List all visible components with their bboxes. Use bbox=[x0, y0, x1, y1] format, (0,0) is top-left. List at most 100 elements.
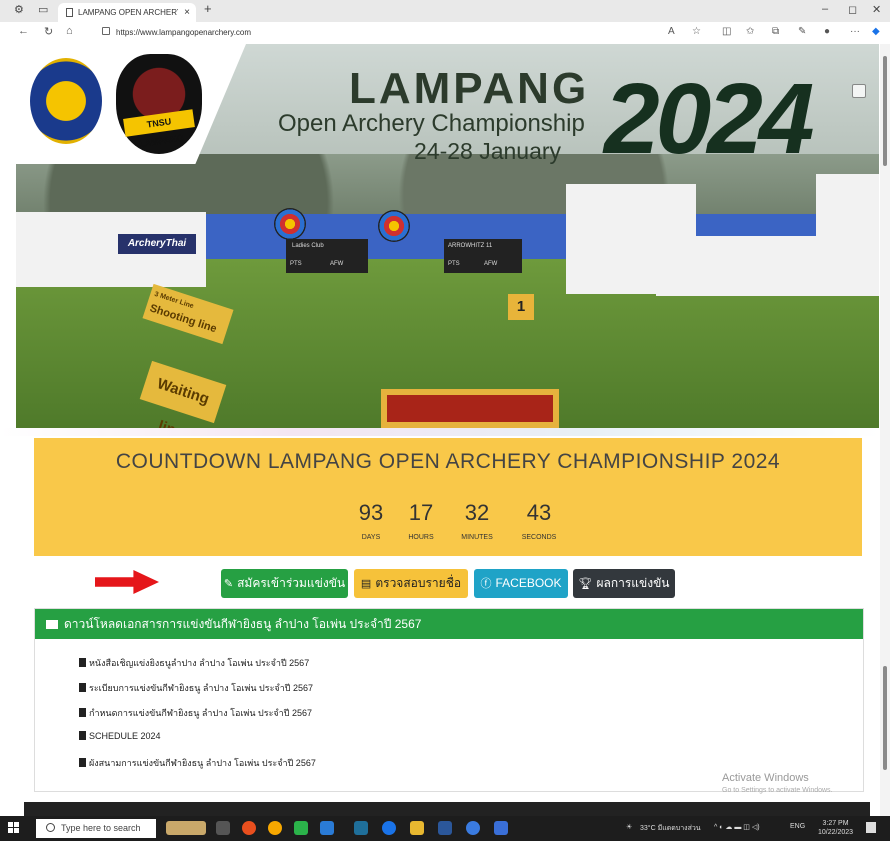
countdown-hours-value: 17 bbox=[408, 500, 434, 525]
app-icon[interactable] bbox=[494, 821, 508, 835]
page-scrollbar[interactable] bbox=[880, 44, 890, 816]
tray-icons[interactable]: ^ ◐ ☁ ▬ ◫ ◁) bbox=[714, 823, 760, 831]
taskbar-search-box[interactable]: Type here to search bbox=[36, 819, 156, 838]
weather-icon[interactable]: ☀ bbox=[626, 823, 632, 831]
home-icon[interactable]: ⌂ bbox=[66, 25, 73, 37]
app-icon[interactable] bbox=[320, 821, 334, 835]
windows-taskbar: Type here to search ☀ 33°C มีแดดบางส่วน … bbox=[0, 816, 890, 841]
search-icon bbox=[46, 823, 55, 832]
weather-text[interactable]: 33°C มีแดดบางส่วน bbox=[640, 823, 701, 834]
visual-search-icon[interactable] bbox=[852, 84, 866, 98]
back-icon[interactable]: ← bbox=[18, 25, 29, 37]
download-link[interactable]: SCHEDULE 2024 bbox=[79, 731, 161, 741]
copilot-icon[interactable]: ◆ bbox=[872, 26, 880, 37]
countdown-minutes-label: MINUTES bbox=[461, 534, 493, 541]
windows-start-icon[interactable] bbox=[8, 822, 20, 834]
refresh-icon[interactable]: ↻ bbox=[44, 25, 53, 38]
scrollbar-thumb[interactable] bbox=[883, 56, 887, 166]
profile-icon[interactable]: ● bbox=[824, 26, 830, 37]
countdown-hours-label: HOURS bbox=[408, 534, 434, 541]
downloads-header: ดาวน์โหลดเอกสารการแข่งขันกีฬายิงธนู ลำปา… bbox=[35, 609, 863, 639]
board-label: ARROWHITZ 11 bbox=[448, 243, 493, 249]
activate-windows-hint: Go to Settings to activate Windows. bbox=[722, 787, 833, 794]
countdown-seconds-label: SECONDS bbox=[521, 534, 557, 541]
app-icon[interactable] bbox=[438, 821, 452, 835]
clock-date: 10/22/2023 bbox=[818, 829, 854, 836]
favorite-star-icon[interactable]: ☆ bbox=[692, 26, 701, 37]
hero-banner: ArcheryThai Ladies Club PTS AFW ARROWHIT… bbox=[16, 44, 879, 428]
notifications-icon[interactable] bbox=[866, 822, 876, 833]
line-app-icon[interactable] bbox=[294, 821, 308, 835]
clock-time: 3:27 PM bbox=[822, 820, 849, 827]
tnsu-lampang-logo: TNSU LAMPANG bbox=[116, 54, 202, 154]
activate-windows-title: Activate Windows bbox=[722, 772, 809, 784]
download-link-text: SCHEDULE 2024 bbox=[89, 731, 161, 741]
scrollbar-thumb[interactable] bbox=[883, 666, 887, 770]
file-icon bbox=[79, 708, 86, 717]
tab-lampang[interactable]: LAMPANG OPEN ARCHERY CHA × bbox=[58, 3, 196, 22]
results-button[interactable]: 🏆︎ ผลการแข่งขัน bbox=[573, 569, 675, 598]
photoshop-icon[interactable] bbox=[354, 821, 368, 835]
score-board: ARROWHITZ 11 PTS AFW bbox=[444, 239, 522, 273]
taskbar-clock[interactable]: 3:27 PM 10/22/2023 bbox=[818, 819, 853, 837]
favorites-icon[interactable]: ✩ bbox=[746, 26, 754, 37]
download-link[interactable]: กำหนดการแข่งขันกีฬายิงธนู ลำปาง โอเพ่น ป… bbox=[79, 706, 312, 720]
red-arrow-annotation bbox=[95, 570, 159, 594]
board-pts: PTS bbox=[448, 261, 460, 267]
board-label: Ladies Club bbox=[292, 243, 324, 249]
file-explorer-icon[interactable] bbox=[410, 821, 424, 835]
maximize-button[interactable]: ◻ bbox=[848, 3, 857, 16]
list-icon: ▤ bbox=[360, 578, 372, 590]
tab-close-icon[interactable]: × bbox=[184, 3, 190, 22]
register-button[interactable]: ✎ สมัครเข้าร่วมแข่งขัน bbox=[221, 569, 348, 598]
download-link[interactable]: หนังสือเชิญแข่งยิงธนูลำปาง ลำปาง โอเพ่น … bbox=[79, 656, 309, 670]
board-pts: PTS bbox=[290, 261, 302, 267]
edge-icon[interactable] bbox=[382, 821, 396, 835]
banner-dates: 24-28 January bbox=[414, 138, 562, 164]
news-widget-icon[interactable] bbox=[166, 821, 206, 835]
page-icon bbox=[66, 8, 73, 17]
page-footer bbox=[24, 802, 870, 816]
download-link-text: กำหนดการแข่งขันกีฬายิงธนู ลำปาง โอเพ่น ป… bbox=[89, 708, 312, 718]
countdown-section: COUNTDOWN LAMPANG OPEN ARCHERY CHAMPIONS… bbox=[34, 438, 862, 556]
app-icon[interactable] bbox=[268, 821, 282, 835]
pencil-icon: ✎ bbox=[223, 578, 234, 590]
check-list-button[interactable]: ▤ ตรวจสอบรายชื่อ bbox=[354, 569, 468, 598]
banner-title: LAMPANG bbox=[349, 64, 590, 113]
lock-icon bbox=[102, 27, 110, 35]
url-field[interactable]: https://www.lampangopenarchery.com bbox=[94, 25, 654, 41]
download-link[interactable]: ระเบียบการแข่งขันกีฬายิงธนู ลำปาง โอเพ่น… bbox=[79, 681, 313, 695]
close-window-button[interactable]: ✕ bbox=[872, 3, 881, 16]
minimize-button[interactable]: – bbox=[822, 3, 828, 15]
url-text: https://www.lampangopenarchery.com bbox=[116, 28, 252, 37]
more-menu-icon[interactable]: ··· bbox=[850, 26, 860, 37]
task-view-icon[interactable] bbox=[216, 821, 230, 835]
app-icon[interactable] bbox=[466, 821, 480, 835]
chrome-icon[interactable] bbox=[242, 821, 256, 835]
download-link-text: หนังสือเชิญแข่งยิงธนูลำปาง ลำปาง โอเพ่น … bbox=[89, 658, 310, 668]
archery-target bbox=[274, 208, 306, 240]
downloads-title: ดาวน์โหลดเอกสารการแข่งขันกีฬายิงธนู ลำปา… bbox=[64, 617, 422, 631]
download-link-text: ผังสนามการแข่งขันกีฬายิงธนู ลำปาง โอเพ่น… bbox=[89, 758, 316, 768]
workspaces-icon[interactable]: ⚙ bbox=[14, 3, 24, 16]
facebook-icon: ⓕ bbox=[480, 578, 492, 590]
board-afw: AFW bbox=[484, 261, 498, 267]
download-link[interactable]: ผังสนามการแข่งขันกีฬายิงธนู ลำปาง โอเพ่น… bbox=[79, 756, 316, 770]
register-label: สมัครเข้าร่วมแข่งขัน bbox=[237, 576, 346, 590]
archery-target bbox=[378, 210, 410, 242]
search-placeholder: Type here to search bbox=[61, 823, 141, 833]
results-label: ผลการแข่งขัน bbox=[596, 576, 670, 590]
extensions-icon[interactable]: ✎ bbox=[798, 26, 806, 37]
language-indicator[interactable]: ENG bbox=[790, 823, 805, 830]
new-tab-button[interactable]: + bbox=[204, 1, 212, 16]
tab-title: LAMPANG OPEN ARCHERY CHA bbox=[78, 8, 178, 17]
collections-icon[interactable]: ⧉ bbox=[772, 26, 779, 37]
tab-actions-icon[interactable]: ▭ bbox=[38, 3, 48, 16]
banner-year: 2024 bbox=[604, 63, 814, 175]
split-screen-icon[interactable]: ◫ bbox=[722, 26, 731, 37]
file-icon bbox=[79, 683, 86, 692]
read-aloud-icon[interactable]: A bbox=[668, 26, 675, 37]
browser-tab-bar: ⚙ ▭ LAMPANG OPEN ARCHERY CHA × + – ◻ ✕ bbox=[0, 0, 890, 22]
facebook-button[interactable]: ⓕ FACEBOOK bbox=[474, 569, 568, 598]
archerythai-sign: ArcheryThai bbox=[118, 234, 196, 254]
